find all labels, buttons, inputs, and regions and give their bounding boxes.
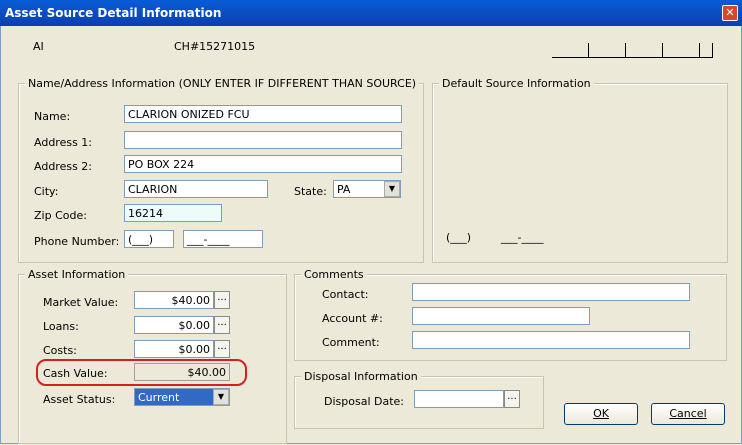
loans-field[interactable]: $0.00	[134, 316, 214, 334]
contact-label: Contact:	[322, 288, 369, 301]
market-value-label: Market Value:	[43, 296, 119, 309]
name-label: Name:	[34, 110, 71, 123]
asset-code: AI	[33, 40, 44, 53]
window-title: Asset Source Detail Information	[5, 6, 222, 20]
default-source-legend: Default Source Information	[439, 77, 594, 90]
zip-label: Zip Code:	[34, 209, 87, 222]
costs-field[interactable]: $0.00	[134, 340, 214, 358]
loans-ellipsis-button[interactable]: ...	[214, 316, 230, 334]
default-source-group: Default Source Information	[432, 77, 728, 263]
default-phone-number: ___-____	[501, 231, 544, 244]
name-field[interactable]: CLARION ONIZED FCU	[124, 105, 402, 123]
tab-stub-4[interactable]	[663, 43, 700, 58]
ok-button-label: OK	[593, 407, 609, 420]
disposal-date-ellipsis-button[interactable]: ...	[504, 390, 520, 408]
disposal-date-field[interactable]	[414, 390, 504, 408]
asset-status-label: Asset Status:	[43, 393, 116, 406]
cancel-button-label: Cancel	[669, 407, 707, 420]
costs-label: Costs:	[43, 344, 77, 357]
dialog-body: AI CH#15271015 Name/Address Information …	[0, 26, 742, 444]
phone-area-field[interactable]: (___)	[124, 230, 174, 248]
asset-status-dropdown-arrow-icon[interactable]: ▼	[213, 389, 229, 405]
disposal-date-label: Disposal Date:	[324, 395, 404, 408]
comment-field[interactable]	[412, 331, 690, 349]
costs-ellipsis-button[interactable]: ...	[214, 340, 230, 358]
title-bar: Asset Source Detail Information ✕	[0, 0, 742, 26]
market-value-field[interactable]: $40.00	[134, 291, 214, 309]
tab-stub-3[interactable]	[626, 43, 663, 58]
phone-number-field[interactable]: ___-____	[183, 230, 263, 248]
phone-label: Phone Number:	[34, 235, 120, 248]
address2-label: Address 2:	[34, 160, 93, 173]
address1-field[interactable]	[124, 131, 402, 149]
city-field[interactable]: CLARION	[124, 180, 268, 198]
asset-status-value: Current	[138, 391, 180, 404]
disposal-legend: Disposal Information	[301, 370, 421, 383]
address2-field[interactable]: PO BOX 224	[124, 155, 402, 173]
tab-stub-5[interactable]	[700, 43, 713, 58]
default-phone-area: (___)	[446, 231, 472, 244]
name-address-legend: Name/Address Information (ONLY ENTER IF …	[25, 77, 420, 90]
comments-legend: Comments	[301, 268, 367, 281]
case-number: CH#15271015	[174, 40, 256, 53]
ok-button[interactable]: OK	[564, 403, 638, 425]
address1-label: Address 1:	[34, 136, 93, 149]
comment-label: Comment:	[322, 336, 380, 349]
contact-field[interactable]	[412, 283, 690, 301]
asset-info-legend: Asset Information	[25, 268, 129, 281]
cash-value-highlight-ring	[36, 359, 247, 386]
state-value: PA	[337, 183, 351, 196]
cancel-button[interactable]: Cancel	[651, 403, 725, 425]
account-field[interactable]	[412, 307, 590, 325]
market-value-ellipsis-button[interactable]: ...	[214, 291, 230, 309]
state-label: State:	[294, 185, 327, 198]
tab-stub-1[interactable]	[552, 43, 589, 58]
loans-label: Loans:	[43, 320, 79, 333]
city-label: City:	[34, 185, 59, 198]
tab-stub-2[interactable]	[589, 43, 626, 58]
zip-field[interactable]: 16214	[124, 204, 222, 222]
account-label: Account #:	[322, 312, 383, 325]
state-dropdown-arrow-icon[interactable]: ▼	[384, 181, 400, 197]
close-button[interactable]: ✕	[722, 5, 738, 21]
